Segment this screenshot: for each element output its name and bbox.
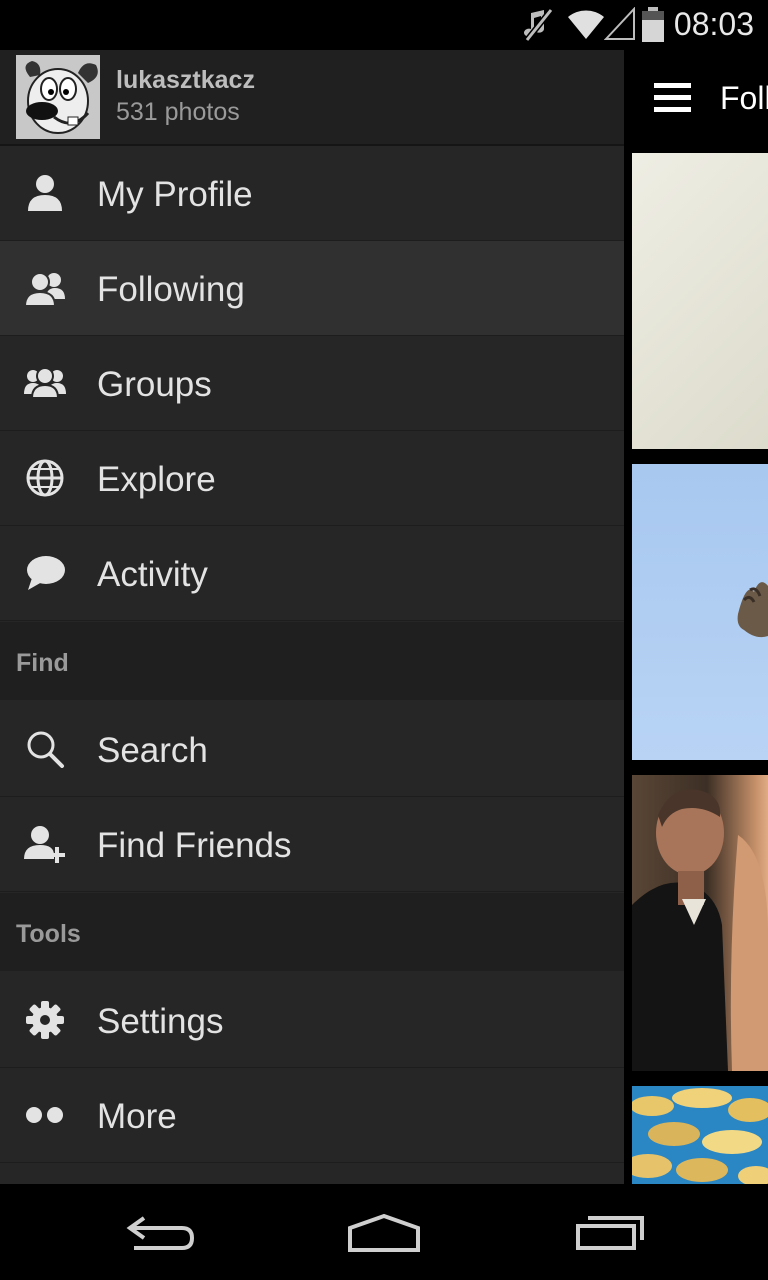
- person-icon: [28, 175, 62, 211]
- nav-item-label: Explore: [97, 460, 216, 499]
- nav-item-search[interactable]: Search: [0, 702, 624, 797]
- nav-item-label: Activity: [97, 555, 208, 594]
- wifi-icon: [568, 10, 604, 39]
- recents-icon[interactable]: [574, 1210, 646, 1254]
- nav-item-groups[interactable]: Groups: [0, 336, 624, 431]
- add-person-icon: [24, 826, 65, 863]
- group-icon: [24, 367, 66, 399]
- app-bar: Foll: [624, 50, 768, 146]
- username: lukasztkacz: [116, 66, 255, 94]
- nav-item-settings[interactable]: Settings: [0, 973, 624, 1068]
- main-content: Foll: [624, 50, 768, 1184]
- photo-tile[interactable]: [632, 153, 768, 449]
- status-clock: 08:03: [673, 6, 754, 42]
- nav-item-label: Settings: [97, 1002, 224, 1041]
- signal-icon: [604, 7, 635, 40]
- navigation-drawer: lukasztkacz 531 photos My Profile Follow…: [0, 50, 624, 1184]
- nav-item-activity[interactable]: Activity: [0, 526, 624, 621]
- gear-icon: [26, 1001, 64, 1039]
- nav-item-find-friends[interactable]: Find Friends: [0, 797, 624, 892]
- nav-item-label: Following: [97, 270, 245, 309]
- section-header-tools: Tools: [0, 893, 624, 971]
- drawer-header[interactable]: lukasztkacz 531 photos: [0, 50, 624, 146]
- system-nav-bar: [0, 1184, 768, 1280]
- section-title: Find: [16, 649, 69, 677]
- photo-tile[interactable]: [632, 1086, 768, 1184]
- photo-tile[interactable]: [632, 775, 768, 1071]
- nav-item-explore[interactable]: Explore: [0, 431, 624, 526]
- avatar[interactable]: [16, 55, 100, 139]
- battery-icon: [642, 7, 664, 42]
- nav-item-label: Groups: [97, 365, 212, 404]
- section-header-find: Find: [0, 622, 624, 700]
- globe-icon: [26, 459, 64, 497]
- home-icon[interactable]: [346, 1210, 422, 1254]
- nav-item-label: My Profile: [97, 175, 253, 214]
- photo-count: 531 photos: [116, 98, 240, 126]
- nav-item-label: More: [97, 1097, 177, 1136]
- status-bar: 08:03: [0, 0, 768, 50]
- nav-item-label: Search: [97, 731, 208, 770]
- content-title: Foll: [720, 80, 768, 116]
- hamburger-icon[interactable]: [654, 83, 691, 119]
- back-icon[interactable]: [124, 1210, 196, 1254]
- section-title: Tools: [16, 920, 81, 948]
- search-icon: [27, 731, 64, 768]
- nav-item-my-profile[interactable]: My Profile: [0, 146, 624, 241]
- photo-tile[interactable]: [632, 464, 768, 760]
- mute-icon: [524, 8, 554, 42]
- people-icon: [24, 272, 65, 307]
- more-icon: [26, 1107, 63, 1123]
- nav-item-following[interactable]: Following: [0, 241, 624, 336]
- nav-item-more[interactable]: More: [0, 1068, 624, 1163]
- chat-bubble-icon: [27, 556, 65, 590]
- nav-item-label: Find Friends: [97, 826, 292, 865]
